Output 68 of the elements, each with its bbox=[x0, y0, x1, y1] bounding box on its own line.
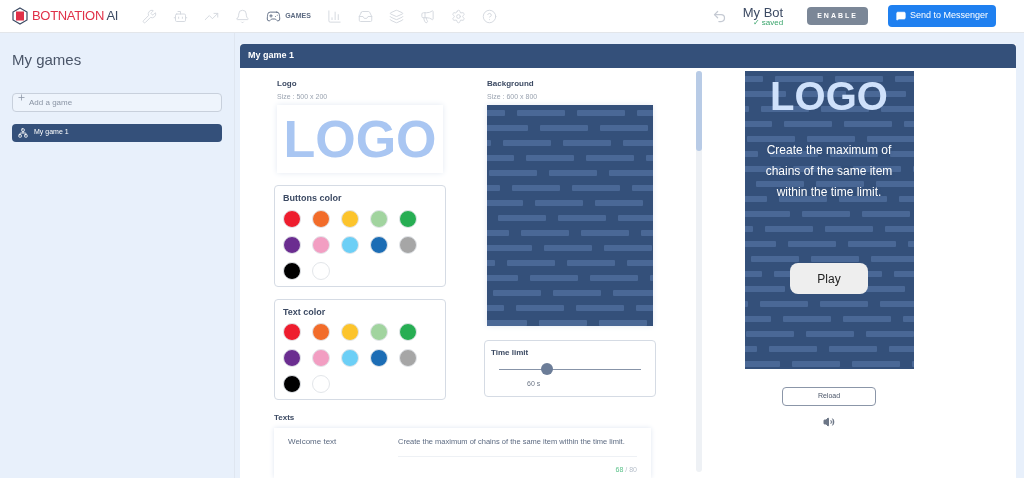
color-swatch[interactable] bbox=[312, 375, 330, 393]
game-icon bbox=[18, 127, 28, 138]
color-swatch[interactable] bbox=[312, 235, 330, 254]
section-label: Buttons color bbox=[283, 192, 343, 205]
hexagon-logo-icon bbox=[12, 7, 28, 25]
sidebar-title: My games bbox=[12, 50, 83, 70]
play-button[interactable]: Play bbox=[790, 263, 868, 294]
nav-tab[interactable] bbox=[142, 8, 158, 24]
bell-icon bbox=[235, 8, 251, 24]
layers-icon bbox=[388, 8, 404, 24]
color-swatch[interactable] bbox=[283, 209, 301, 228]
settings-icon bbox=[450, 8, 466, 24]
nav-tab[interactable] bbox=[388, 8, 404, 24]
color-swatch[interactable] bbox=[370, 235, 388, 254]
color-swatch[interactable] bbox=[312, 349, 330, 367]
inbox-icon bbox=[357, 8, 373, 24]
robot-icon bbox=[173, 8, 189, 24]
plus-icon bbox=[17, 92, 26, 102]
bot-name: My Bot bbox=[742, 5, 784, 19]
color-swatch[interactable] bbox=[283, 323, 301, 341]
nav-tab[interactable] bbox=[173, 8, 189, 24]
color-swatch[interactable] bbox=[312, 209, 330, 228]
section-label: Logo bbox=[277, 78, 298, 90]
color-swatch[interactable] bbox=[370, 209, 388, 228]
undo-icon[interactable] bbox=[711, 8, 727, 24]
section-label: Time limit bbox=[491, 347, 530, 359]
color-swatch[interactable] bbox=[341, 323, 359, 341]
preview-message: Create the maximum of chains of the same item within the time limit. bbox=[764, 142, 894, 201]
color-swatch[interactable] bbox=[283, 349, 301, 367]
wrench-icon bbox=[142, 8, 158, 24]
add-game-field[interactable]: Add a game bbox=[12, 92, 222, 112]
color-swatch[interactable] bbox=[341, 349, 359, 367]
color-swatch[interactable] bbox=[341, 235, 359, 254]
time-slider[interactable] bbox=[499, 363, 641, 375]
sound-icon[interactable] bbox=[823, 416, 835, 428]
color-swatch[interactable] bbox=[283, 375, 301, 393]
nav-tab[interactable] bbox=[235, 8, 251, 24]
slider-thumb[interactable] bbox=[541, 363, 554, 375]
section-label: Texts bbox=[274, 412, 296, 424]
color-swatch[interactable] bbox=[370, 349, 388, 367]
megaphone-icon bbox=[419, 8, 435, 24]
color-swatch[interactable] bbox=[399, 209, 417, 228]
color-swatch[interactable] bbox=[312, 323, 330, 341]
nav-tab[interactable] bbox=[450, 8, 466, 24]
color-swatch[interactable] bbox=[399, 349, 417, 367]
scrollbar-thumb[interactable] bbox=[696, 71, 702, 151]
messenger-icon bbox=[895, 11, 906, 21]
field-label: Welcome text bbox=[288, 436, 338, 448]
nav-tab[interactable] bbox=[326, 8, 342, 24]
color-swatch[interactable] bbox=[341, 209, 359, 228]
color-swatch[interactable] bbox=[399, 323, 417, 341]
nav-tab[interactable] bbox=[357, 8, 373, 24]
gamepad-icon bbox=[266, 8, 282, 24]
bar-chart-icon bbox=[326, 8, 342, 24]
help-icon bbox=[481, 8, 497, 24]
color-swatch[interactable] bbox=[399, 235, 417, 254]
color-swatch[interactable] bbox=[283, 261, 301, 280]
brand-name: BOTNATION AI bbox=[32, 7, 119, 26]
messenger-button[interactable]: Send to Messenger bbox=[887, 5, 996, 27]
section-label: Background bbox=[487, 78, 535, 90]
color-swatch[interactable] bbox=[370, 323, 388, 341]
section-label: Text color bbox=[283, 305, 327, 319]
editor-title-bar: My game 1 bbox=[240, 44, 1016, 68]
nav-tab[interactable] bbox=[419, 8, 435, 24]
nav-tab[interactable] bbox=[481, 8, 497, 24]
color-swatch[interactable] bbox=[312, 261, 330, 280]
color-swatch[interactable] bbox=[283, 235, 301, 254]
preview-logo: LOGO bbox=[770, 76, 888, 116]
